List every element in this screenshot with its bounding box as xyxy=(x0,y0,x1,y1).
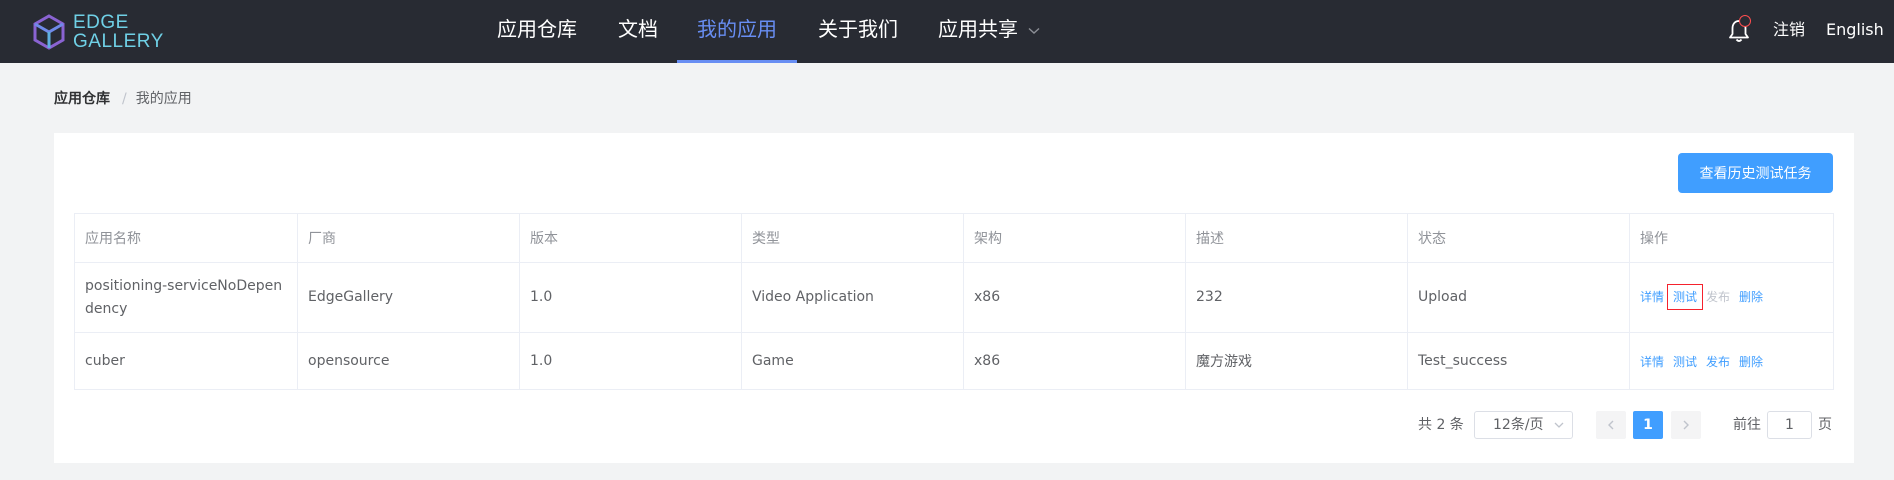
breadcrumb-root[interactable]: 应用仓库 xyxy=(54,91,110,107)
col-header-ops: 操作 xyxy=(1629,213,1834,263)
table-row: positioning-serviceNoDependency EdgeGall… xyxy=(74,262,1834,333)
goto-page-input[interactable]: 1 xyxy=(1767,411,1812,439)
col-header-arch: 架构 xyxy=(963,213,1186,263)
next-page-button[interactable] xyxy=(1671,411,1701,439)
nav-app-store[interactable]: 应用仓库 xyxy=(497,0,577,63)
goto-label: 前往 xyxy=(1733,417,1761,433)
cell-ops: 详情 测试 发布 删除 xyxy=(1629,262,1834,333)
cell-status: Test_success xyxy=(1407,332,1630,390)
cell-arch: x86 xyxy=(963,332,1186,390)
nav-docs[interactable]: 文档 xyxy=(618,0,658,63)
detail-link[interactable]: 详情 xyxy=(1640,355,1664,369)
chevron-right-icon xyxy=(1683,420,1689,430)
nav-about-us[interactable]: 关于我们 xyxy=(818,0,898,63)
publish-link-disabled: 发布 xyxy=(1706,290,1731,304)
apps-table: 应用名称 厂商 版本 类型 架构 描述 状态 操作 positioning-se… xyxy=(74,213,1834,390)
cell-arch: x86 xyxy=(963,262,1186,333)
cell-version: 1.0 xyxy=(519,332,742,390)
cell-desc: 魔方游戏 xyxy=(1185,332,1408,390)
cell-type: Video Application xyxy=(741,262,964,333)
chevron-down-icon xyxy=(1554,412,1564,447)
logout-link[interactable]: 注销 xyxy=(1773,0,1805,63)
cell-type: Game xyxy=(741,332,964,390)
goto-suffix: 页 xyxy=(1818,417,1832,433)
delete-link[interactable]: 删除 xyxy=(1739,355,1763,369)
cell-ops: 详情 测试 发布 删除 xyxy=(1629,332,1834,390)
col-header-version: 版本 xyxy=(519,213,742,263)
notification-badge xyxy=(1739,15,1751,27)
cell-app-name: positioning-serviceNoDependency xyxy=(74,262,298,333)
breadcrumb: 应用仓库 / 我的应用 xyxy=(54,88,192,108)
page-size-value: 12条/页 xyxy=(1493,417,1544,433)
col-header-desc: 描述 xyxy=(1185,213,1408,263)
cell-app-name: cuber xyxy=(74,332,298,390)
cell-vendor: EdgeGallery xyxy=(297,262,520,333)
test-link[interactable]: 测试 xyxy=(1667,284,1704,310)
page-size-select[interactable]: 12条/页 xyxy=(1474,411,1573,439)
cell-vendor: opensource xyxy=(297,332,520,390)
table-row: cuber opensource 1.0 Game x86 魔方游戏 Test_… xyxy=(74,332,1834,390)
logo-cube-icon xyxy=(33,14,65,50)
app-logo[interactable]: EDGE GALLERY xyxy=(33,12,173,52)
chevron-left-icon xyxy=(1608,420,1614,430)
prev-page-button[interactable] xyxy=(1596,411,1626,439)
page-number-current[interactable]: 1 xyxy=(1633,411,1663,439)
nav-app-share[interactable]: 应用共享 xyxy=(938,0,1040,63)
col-header-vendor: 厂商 xyxy=(297,213,520,263)
my-apps-card: 查看历史测试任务 应用名称 厂商 版本 类型 架构 描述 状态 操作 posit… xyxy=(54,133,1854,463)
cell-status: Upload xyxy=(1407,262,1630,333)
table-header-row: 应用名称 厂商 版本 类型 架构 描述 状态 操作 xyxy=(74,213,1834,263)
nav-app-share-label: 应用共享 xyxy=(938,17,1018,41)
col-header-name: 应用名称 xyxy=(74,213,298,263)
top-navbar: EDGE GALLERY 应用仓库 文档 我的应用 关于我们 应用共享 注销 E… xyxy=(0,0,1894,63)
nav-my-apps[interactable]: 我的应用 xyxy=(677,0,797,63)
logo-line2: GALLERY xyxy=(73,31,164,52)
col-header-type: 类型 xyxy=(741,213,964,263)
chevron-down-icon xyxy=(1028,27,1040,34)
view-test-history-button[interactable]: 查看历史测试任务 xyxy=(1678,153,1833,193)
test-link[interactable]: 测试 xyxy=(1673,355,1697,369)
breadcrumb-current: 我的应用 xyxy=(135,91,192,107)
logo-text: EDGE GALLERY xyxy=(73,13,164,51)
language-switch[interactable]: English xyxy=(1826,0,1884,63)
delete-link[interactable]: 删除 xyxy=(1739,290,1763,304)
cell-version: 1.0 xyxy=(519,262,742,333)
logo-line1: EDGE xyxy=(73,12,129,33)
breadcrumb-separator: / xyxy=(122,91,127,107)
page-jumper: 前往 1 页 xyxy=(1733,411,1832,439)
cell-desc: 232 xyxy=(1185,262,1408,333)
pagination-total: 共 2 条 xyxy=(1418,417,1464,433)
publish-link[interactable]: 发布 xyxy=(1706,355,1730,369)
detail-link[interactable]: 详情 xyxy=(1640,290,1664,304)
col-header-status: 状态 xyxy=(1407,213,1630,263)
